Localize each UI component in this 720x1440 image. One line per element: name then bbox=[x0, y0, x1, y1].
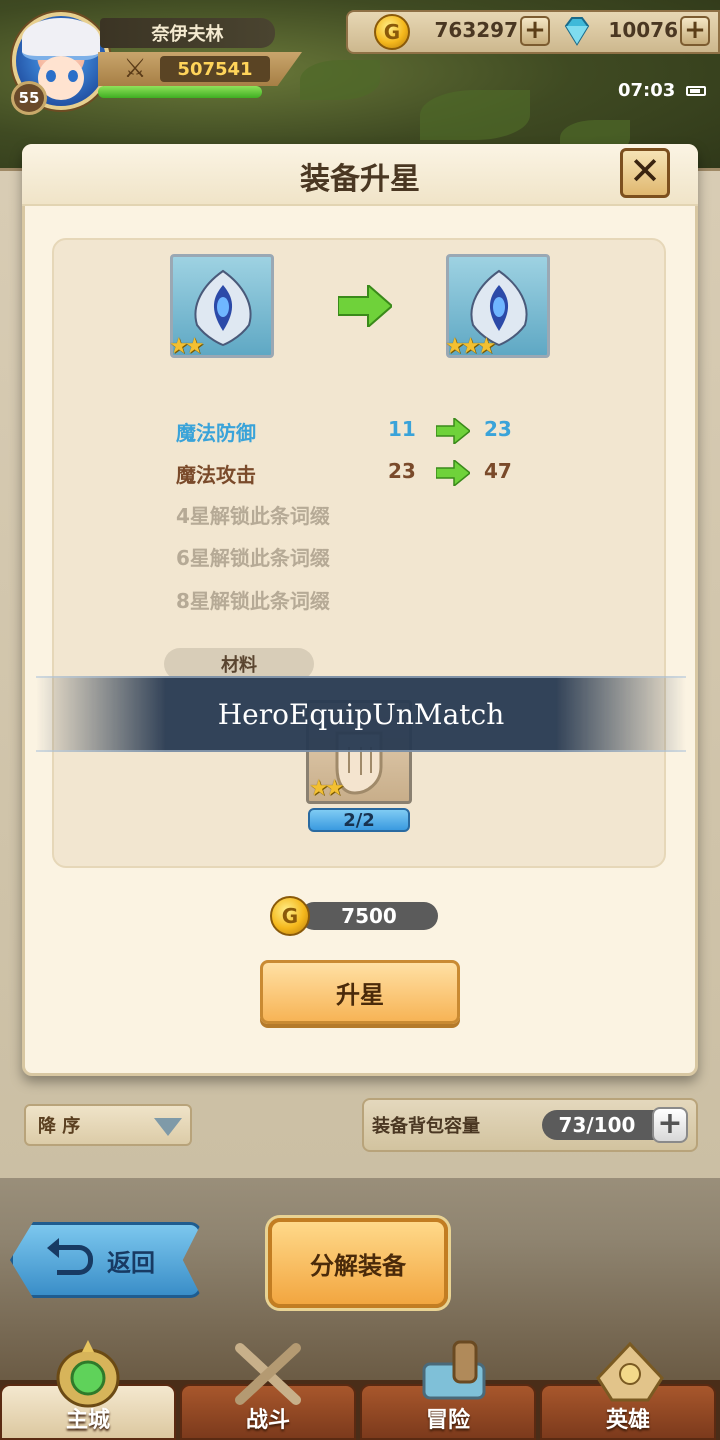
arrow-right-icon bbox=[435, 458, 472, 490]
hero-helmet-icon bbox=[588, 1338, 672, 1410]
crossed-swords-icon: ⚔ bbox=[123, 54, 147, 84]
stat-to-magic-attack: 47 bbox=[484, 459, 512, 483]
close-button[interactable]: ✕ bbox=[620, 148, 670, 198]
sort-dropdown[interactable]: 降 序 bbox=[24, 1104, 192, 1146]
current-star-rating: ★ ★ bbox=[169, 334, 204, 359]
gold-coin-icon: G bbox=[270, 896, 310, 936]
upgrade-cost: 7500 bbox=[300, 902, 438, 930]
close-icon: ✕ bbox=[629, 149, 661, 193]
gem-amount: 10076 bbox=[608, 18, 678, 42]
stat-name-magic-attack: 魔法攻击 bbox=[176, 463, 256, 487]
upgrade-arrow-icon bbox=[337, 282, 394, 331]
player-name: 奈伊夫林 bbox=[100, 18, 275, 48]
add-gold-button[interactable]: + bbox=[520, 16, 550, 46]
gold-amount: 763297 bbox=[434, 18, 519, 42]
diamond-icon bbox=[560, 14, 594, 48]
gold-coin-icon: G bbox=[374, 14, 410, 50]
upgrade-star-button[interactable]: 升星 bbox=[260, 960, 460, 1024]
material-star-rating: ★ ★ bbox=[309, 776, 344, 801]
locked-affix-6star: 6星解锁此条词缀 bbox=[176, 546, 330, 570]
crossed-swords-icon bbox=[226, 1338, 310, 1410]
current-equipment-slot[interactable]: ★ ★ bbox=[169, 254, 274, 359]
hp-bar bbox=[98, 86, 262, 98]
back-label: 返回 bbox=[107, 1248, 155, 1277]
star-icon: ★ bbox=[476, 334, 497, 359]
stat-name-magic-defense: 魔法防御 bbox=[176, 421, 256, 445]
upgraded-star-rating: ★ ★ ★ bbox=[445, 334, 496, 359]
arrow-right-icon bbox=[435, 416, 472, 448]
material-count: 2/2 bbox=[308, 808, 410, 832]
dialog-title: 装备升星 bbox=[300, 162, 420, 197]
star-icon: ★ bbox=[184, 334, 205, 359]
clock: 07:03 bbox=[618, 80, 676, 101]
locked-affix-4star: 4星解锁此条词缀 bbox=[176, 504, 330, 528]
combat-power-value: 507541 bbox=[160, 56, 270, 82]
sort-label: 降 序 bbox=[38, 1116, 81, 1137]
star-icon: ★ bbox=[324, 776, 345, 801]
add-gems-button[interactable]: + bbox=[680, 16, 710, 46]
back-button[interactable]: 返回 bbox=[10, 1222, 202, 1298]
return-arrow-icon bbox=[47, 1238, 93, 1275]
decompose-equipment-button[interactable]: 分解装备 bbox=[268, 1218, 448, 1308]
battery-icon bbox=[686, 86, 706, 96]
player-level-badge: 55 bbox=[11, 81, 47, 115]
stat-from-magic-attack: 23 bbox=[388, 459, 416, 483]
expand-capacity-button[interactable]: + bbox=[652, 1107, 688, 1143]
capacity-label: 装备背包容量 bbox=[372, 1116, 480, 1137]
upgraded-equipment-slot[interactable]: ★ ★ ★ bbox=[445, 254, 550, 359]
triangle-down-icon bbox=[154, 1118, 182, 1136]
locked-affix-8star: 8星解锁此条词缀 bbox=[176, 589, 330, 613]
scroll-map-icon bbox=[414, 1338, 498, 1410]
castle-icon bbox=[46, 1338, 130, 1410]
stat-to-magic-defense: 23 bbox=[484, 417, 512, 441]
stat-from-magic-defense: 11 bbox=[388, 417, 416, 441]
error-toast: HeroEquipUnMatch bbox=[36, 676, 686, 752]
